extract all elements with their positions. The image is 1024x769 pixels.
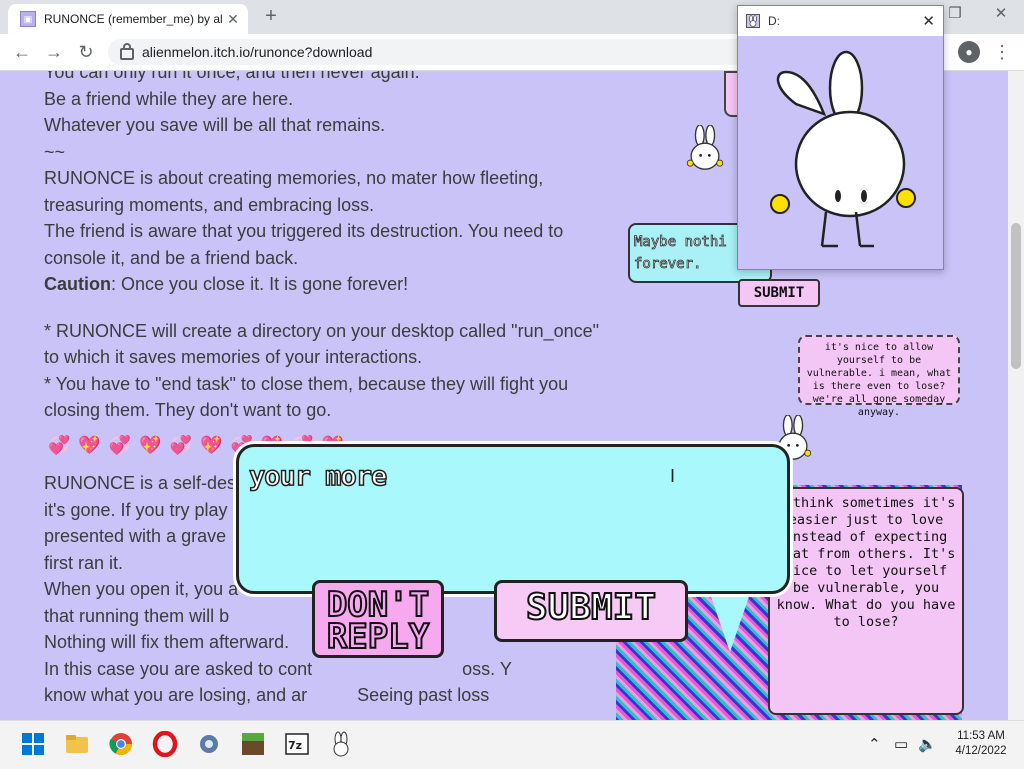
forward-icon[interactable]: → [42, 40, 66, 64]
new-tab-button[interactable]: + [260, 4, 282, 28]
text-cursor-icon: I [670, 466, 676, 486]
paragraph: The friend is aware that you triggered i… [44, 221, 564, 268]
text-line: In this case you are asked to cont oss. Y [44, 656, 604, 683]
settings-gear-icon[interactable] [196, 731, 222, 757]
reply-dialog[interactable]: your more [236, 444, 790, 594]
restore-button[interactable]: ❐ [940, 4, 970, 22]
bunny-app-taskbar-icon[interactable] [328, 731, 354, 757]
sticker-submit-button[interactable]: SUBMIT [738, 279, 820, 307]
text-fragment: know what you are losing, and ar [44, 685, 308, 705]
text-line: Whatever you save will be all that remai… [44, 115, 386, 135]
dont-reply-button[interactable]: DON'T REPLY [312, 580, 444, 658]
network-icon[interactable]: ▭ [894, 735, 908, 753]
clock-date: 4/12/2022 [955, 745, 1007, 757]
chrome-icon[interactable] [108, 731, 134, 757]
text-line: You can only run it once, and then never… [44, 71, 420, 82]
text-fragment: Seeing past loss [357, 685, 490, 705]
svg-text:7z: 7z [288, 739, 302, 752]
caution-line: Caution: Once you close it. It is gone f… [44, 271, 604, 298]
page-scrollbar[interactable] [1008, 71, 1024, 720]
volume-icon[interactable]: 🔈 [918, 735, 937, 753]
favicon-icon: ▣ [20, 11, 36, 27]
pink-note-small: it's nice to allow yourself to be vulner… [798, 335, 960, 418]
bunny-illustration-icon [770, 50, 916, 248]
submit-button[interactable]: SUBMIT [494, 580, 688, 642]
bunny-popup-window[interactable]: D: ✕ [737, 5, 944, 270]
tray-chevron-icon[interactable]: ⌃ [868, 735, 881, 753]
lock-icon [120, 43, 134, 60]
menu-kebab-icon[interactable]: ⋮ [992, 40, 1012, 64]
popup-titlebar[interactable]: D: ✕ [738, 6, 943, 36]
profile-icon[interactable]: ● [958, 41, 980, 63]
browser-tab[interactable]: ▣ RUNONCE (remember_me) by al ✕ [8, 4, 248, 34]
url-text[interactable]: alienmelon.itch.io/runonce?download [142, 44, 372, 60]
reply-text-input[interactable]: your more [248, 460, 388, 493]
caution-text: : Once you close it. It is gone forever! [111, 274, 409, 294]
bullet-item: * RUNONCE will create a directory on you… [44, 320, 600, 368]
windows-start-icon[interactable] [20, 731, 46, 757]
clock-time: 11:53 AM [957, 730, 1005, 742]
text-fragment: oss. Y [462, 658, 512, 679]
bullet-item: * You have to "end task" to close them, … [44, 373, 569, 421]
text-fragment: In this case you are asked to cont [44, 658, 313, 679]
windows-taskbar: 7z ⌃ ▭ 🔈 11:53 AM 4/12/2022 [0, 720, 1024, 769]
opera-icon[interactable] [152, 731, 178, 757]
scrollbar-thumb[interactable] [1011, 223, 1021, 369]
popup-close-icon[interactable]: ✕ [922, 12, 935, 30]
minecraft-icon[interactable] [240, 731, 266, 757]
file-explorer-icon[interactable] [64, 731, 90, 757]
back-icon[interactable]: ← [10, 40, 34, 64]
pink-note-large: I think sometimes it's easier just to lo… [768, 487, 964, 715]
popup-title: D: [768, 14, 780, 28]
taskbar-clock[interactable]: 11:53 AM 4/12/2022 [948, 729, 1014, 759]
bunny-sticker-icon [686, 125, 724, 170]
text-line: Be a friend while they are here. [44, 88, 294, 109]
tab-close-icon[interactable]: ✕ [224, 11, 242, 28]
tab-title: RUNONCE (remember_me) by al [44, 12, 223, 26]
text-line: know what you are losing, and ar Seeing p… [44, 682, 604, 709]
paragraph: RUNONCE is about creating memories, no m… [44, 168, 544, 215]
reload-icon[interactable]: ↻ [74, 40, 98, 64]
bunny-app-icon [746, 14, 760, 28]
caution-label: Caution [44, 274, 111, 294]
divider-text: ~~ [44, 141, 66, 162]
window-close-button[interactable]: ✕ [986, 4, 1016, 22]
7zip-icon[interactable]: 7z [284, 731, 310, 757]
